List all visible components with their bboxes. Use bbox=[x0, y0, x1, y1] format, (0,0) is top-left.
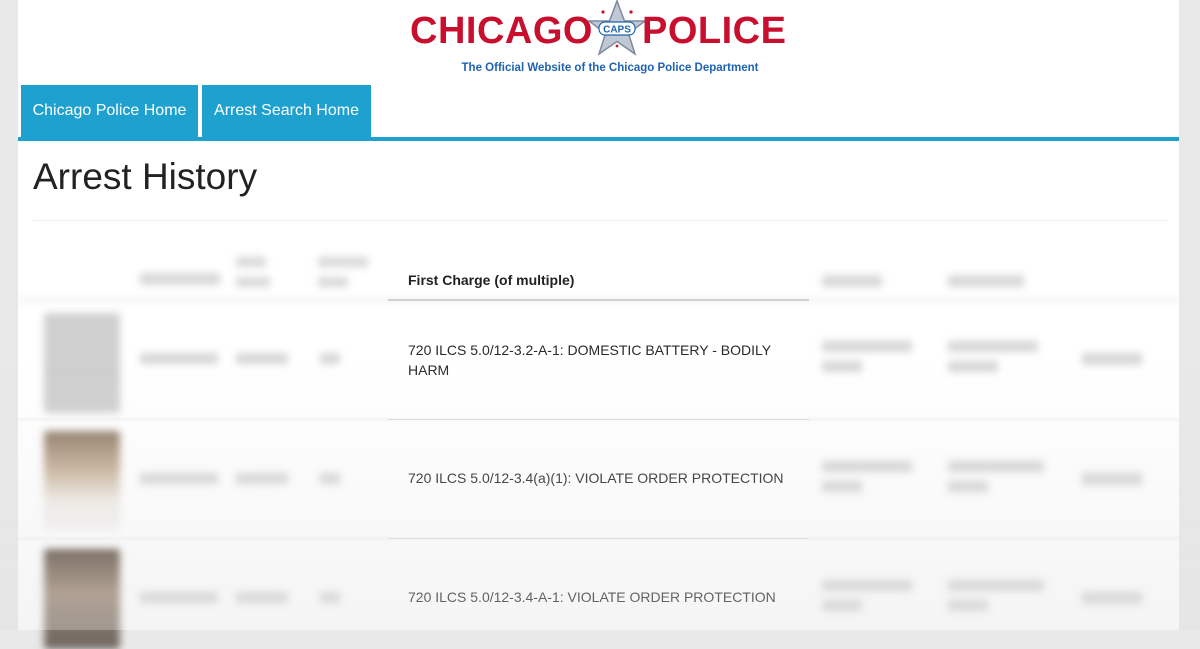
site-tagline: The Official Website of the Chicago Poli… bbox=[461, 62, 759, 74]
page-title: Arrest History bbox=[33, 156, 258, 197]
first-charge-column: First Charge (of multiple) 720 ILCS 5.0/… bbox=[388, 235, 809, 630]
nav-accent-bar bbox=[18, 137, 1179, 141]
logo-word-chicago: CHICAGO bbox=[410, 10, 593, 52]
tab-arrest-search-home[interactable]: Arrest Search Home bbox=[202, 85, 371, 137]
arrestee-photo[interactable] bbox=[44, 313, 120, 413]
column-header-first-charge: First Charge (of multiple) bbox=[408, 272, 575, 288]
first-charge-cell: 720 ILCS 5.0/12-3.4(a)(1): VIOLATE ORDER… bbox=[408, 470, 784, 486]
title-divider bbox=[33, 220, 1168, 221]
arrestee-photo[interactable] bbox=[44, 431, 120, 531]
first-charge-cell: 720 ILCS 5.0/12-3.4-A-1: VIOLATE ORDER P… bbox=[408, 589, 776, 605]
site-header: CHICAGO CAPS POLICE The Official Website… bbox=[18, 0, 1179, 85]
header-divider bbox=[388, 299, 809, 301]
row-divider bbox=[388, 538, 809, 539]
row-divider bbox=[388, 419, 809, 420]
page: CHICAGO CAPS POLICE The Official Website… bbox=[18, 0, 1179, 649]
chicago-police-logo[interactable]: CHICAGO CAPS POLICE The Official Website… bbox=[410, 0, 790, 80]
first-charge-cell: 720 ILCS 5.0/12-3.2-A-1: DOMESTIC BATTER… bbox=[408, 342, 771, 378]
caps-star-logo-icon: CAPS bbox=[587, 0, 647, 56]
tab-chicago-police-home[interactable]: Chicago Police Home bbox=[21, 85, 198, 137]
logo-word-police: POLICE bbox=[642, 10, 787, 52]
logo-badge-text: CAPS bbox=[603, 25, 631, 36]
arrestee-photo[interactable] bbox=[44, 549, 120, 649]
arrest-history-table: First Charge (of multiple) 720 ILCS 5.0/… bbox=[18, 235, 1179, 649]
